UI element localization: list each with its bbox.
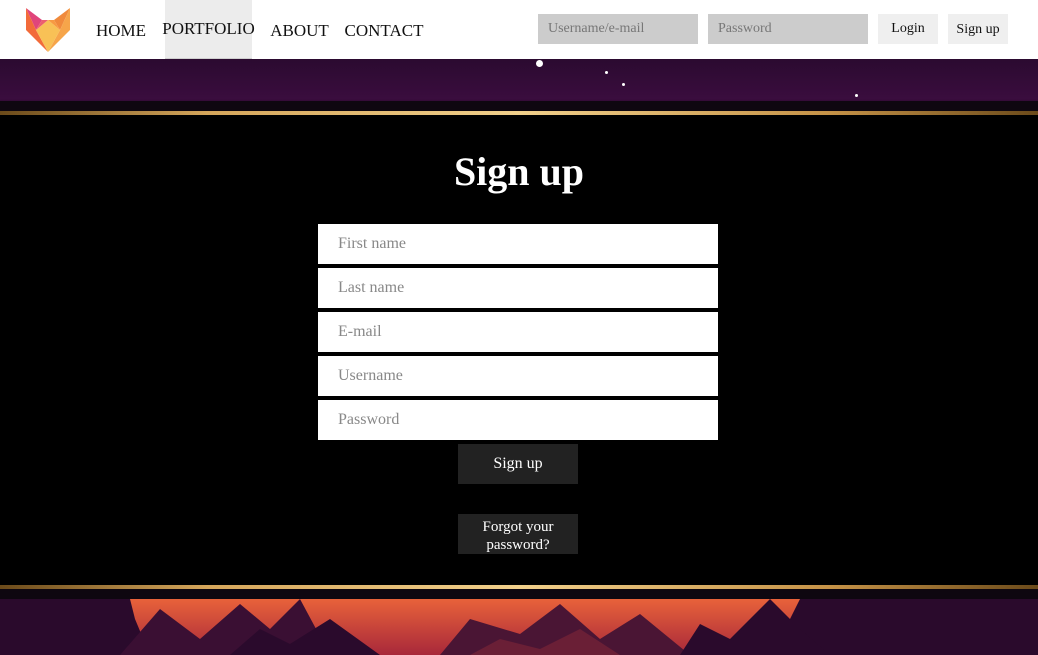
username-field[interactable] <box>318 356 718 396</box>
email-field[interactable] <box>318 312 718 352</box>
mountain-sunset-graphic <box>0 599 1038 655</box>
nav-home[interactable]: HOME <box>92 0 150 61</box>
star-decoration <box>536 60 543 67</box>
fox-logo-icon[interactable] <box>22 4 74 54</box>
signup-submit-button[interactable]: Sign up <box>458 444 578 484</box>
star-decoration <box>605 71 608 74</box>
nav-portfolio[interactable]: PORTFOLIO <box>162 0 255 61</box>
password-field[interactable] <box>318 400 718 440</box>
last-name-field[interactable] <box>318 268 718 308</box>
nav-contact[interactable]: CONTACT <box>342 0 426 61</box>
login-button[interactable]: Login <box>878 14 938 44</box>
forgot-password-button[interactable]: Forgot your password? <box>458 514 578 554</box>
header-password-input[interactable] <box>708 14 868 44</box>
star-decoration <box>855 94 858 97</box>
star-decoration <box>622 83 625 86</box>
header-signup-button[interactable]: Sign up <box>948 14 1008 44</box>
top-header: HOME PORTFOLIO ABOUT CONTACT Login Sign … <box>0 0 1038 61</box>
landscape-illustration <box>0 599 1038 655</box>
first-name-field[interactable] <box>318 224 718 264</box>
header-username-input[interactable] <box>538 14 698 44</box>
nav-about[interactable]: ABOUT <box>268 0 331 61</box>
divider-strip <box>0 589 1038 599</box>
divider-strip <box>0 101 1038 111</box>
page-title: Sign up <box>453 149 585 194</box>
